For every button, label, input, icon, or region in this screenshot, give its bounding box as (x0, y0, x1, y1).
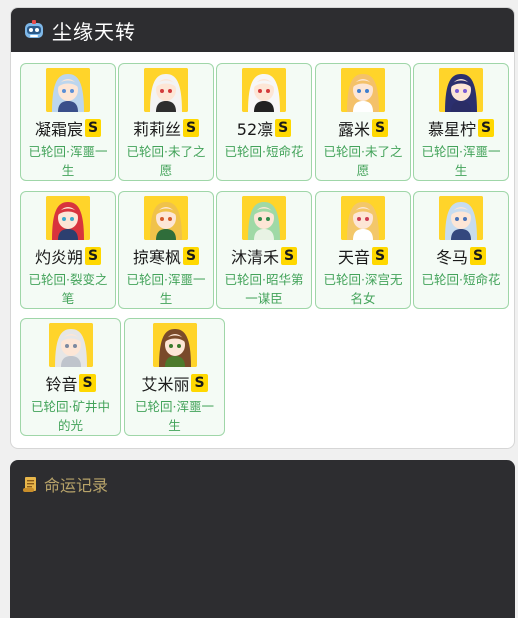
character-name-row: 艾米丽 S (141, 372, 208, 394)
character-name: 慕星柠 (427, 120, 476, 139)
rank-badge: S (280, 247, 298, 265)
character-name-row: 52凛 S (236, 117, 292, 139)
character-name: 天音 (337, 248, 370, 267)
rank-badge: S (371, 247, 389, 265)
character-status: 已轮回·未了之愿 (323, 144, 403, 178)
character-name-row: 冬马 S (435, 245, 487, 267)
character-name-row: 灼炎朔 S (34, 245, 102, 267)
character-name-row: 沐清禾 S (230, 245, 298, 267)
rank-badge: S (79, 374, 96, 392)
character-status: 已轮回·矿井中的光 (31, 399, 110, 433)
character-avatar (144, 196, 188, 240)
character-card[interactable]: 天音 S 已轮回·深宫无名女 (315, 191, 411, 309)
fate-log-header: 命运记录 (10, 460, 515, 496)
rank-badge: S (191, 374, 208, 392)
character-avatar (242, 196, 286, 240)
character-avatar (46, 68, 90, 112)
character-card[interactable]: 冬马 S 已轮回·短命花 (413, 191, 509, 309)
character-status: 已轮回·短命花 (421, 272, 501, 287)
scroll-icon (22, 475, 38, 493)
character-avatar (439, 196, 483, 240)
character-name-row: 凝霜宸 S (34, 117, 102, 139)
character-status: 已轮回·浑噩一生 (126, 272, 206, 306)
character-name-row: 天音 S (337, 245, 389, 267)
character-card[interactable]: 掠寒枫 S 已轮回·浑噩一生 (118, 191, 214, 309)
character-name: 露米 (337, 120, 370, 139)
character-status: 已轮回·浑噩一生 (28, 144, 108, 178)
rank-badge: S (84, 119, 102, 137)
fate-log-panel: 命运记录 (10, 460, 515, 618)
page-title: 尘缘天转 (52, 19, 136, 44)
character-avatar (341, 68, 385, 112)
character-status: 已轮回·浑噩一生 (135, 399, 214, 433)
character-avatar (152, 323, 197, 367)
rank-badge: S (182, 247, 200, 265)
character-name-row: 铃音 S (45, 372, 96, 394)
character-status: 已轮回·未了之愿 (126, 144, 206, 178)
character-avatar (341, 196, 385, 240)
character-name: 凝霜宸 (34, 120, 83, 139)
rank-badge: S (182, 119, 200, 137)
character-avatar (48, 323, 93, 367)
rank-badge: S (275, 119, 292, 137)
character-name-row: 莉莉丝 S (132, 117, 200, 139)
rank-badge: S (371, 119, 389, 137)
character-card[interactable]: 52凛 S 已轮回·短命花 (216, 63, 312, 181)
character-card[interactable]: 露米 S 已轮回·未了之愿 (315, 63, 411, 181)
panel-header: 尘缘天转 (11, 8, 514, 52)
character-status: 已轮回·浑噩一生 (421, 144, 501, 178)
character-status: 已轮回·深宫无名女 (323, 272, 403, 306)
character-avatar (439, 68, 483, 112)
character-card[interactable]: 灼炎朔 S 已轮回·裂变之笔 (20, 191, 116, 309)
character-panel: 尘缘天转 凝霜宸 S 已轮回·浑噩一生 莉莉丝 S 已轮回·未了之愿 52凛 S 已轮回·短命花… (10, 7, 515, 449)
character-card[interactable]: 铃音 S 已轮回·矿井中的光 (20, 318, 121, 436)
character-name-row: 掠寒枫 S (132, 245, 200, 267)
robot-face-icon (23, 19, 45, 41)
character-name: 灼炎朔 (34, 248, 83, 267)
character-card[interactable]: 艾米丽 S 已轮回·浑噩一生 (124, 318, 225, 436)
character-name-row: 露米 S (337, 117, 389, 139)
fate-log-title: 命运记录 (44, 476, 109, 495)
character-name: 冬马 (435, 248, 468, 267)
character-card[interactable]: 沐清禾 S 已轮回·昭华第一谋臣 (216, 191, 312, 309)
character-status: 已轮回·昭华第一谋臣 (224, 272, 304, 306)
character-status: 已轮回·短命花 (224, 144, 304, 159)
character-card[interactable]: 莉莉丝 S 已轮回·未了之愿 (118, 63, 214, 181)
character-name: 掠寒枫 (132, 248, 181, 267)
rank-badge: S (477, 119, 495, 137)
character-avatar (46, 196, 90, 240)
character-status: 已轮回·裂变之笔 (28, 272, 108, 306)
rank-badge: S (469, 247, 487, 265)
character-name-row: 慕星柠 S (427, 117, 495, 139)
character-avatar (242, 68, 286, 112)
character-avatar (144, 68, 188, 112)
character-card[interactable]: 慕星柠 S 已轮回·浑噩一生 (413, 63, 509, 181)
rank-badge: S (84, 247, 102, 265)
character-name: 莉莉丝 (132, 120, 181, 139)
character-name: 52凛 (236, 120, 274, 139)
character-name: 沐清禾 (230, 248, 279, 267)
character-card[interactable]: 凝霜宸 S 已轮回·浑噩一生 (20, 63, 116, 181)
character-name: 艾米丽 (141, 375, 190, 394)
character-name: 铃音 (45, 375, 78, 394)
